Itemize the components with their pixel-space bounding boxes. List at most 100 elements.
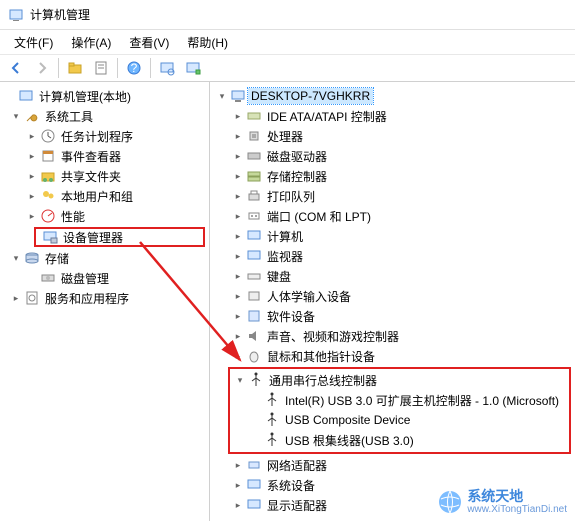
toolbar-separator — [150, 58, 151, 78]
left-tree[interactable]: ▶ 计算机管理(本地) ▾ 系统工具 ▸ 任务计划程序 ▸ 事件查看器 ▸ 共享… — [0, 82, 210, 521]
menu-view[interactable]: 查看(V) — [121, 32, 177, 53]
performance-icon — [40, 208, 56, 224]
tree-monitors[interactable]: ▸ 监视器 — [210, 246, 575, 266]
expander-icon[interactable]: ▸ — [230, 457, 246, 473]
tree-computers[interactable]: ▸计算机 — [210, 226, 575, 246]
tree-label: 监视器 — [264, 247, 306, 266]
expander-icon[interactable]: ▸ — [230, 328, 246, 344]
tree-usb-child[interactable]: USB Composite Device — [230, 410, 569, 430]
tree-label: 鼠标和其他指针设备 — [264, 347, 378, 366]
expander-icon[interactable]: ▸ — [230, 288, 246, 304]
tree-print-queue[interactable]: ▸打印队列 — [210, 186, 575, 206]
tree-device-manager[interactable]: 设备管理器 — [34, 227, 205, 247]
tree-shared-folders[interactable]: ▸ 共享文件夹 — [0, 166, 209, 186]
tree-hid[interactable]: ▸人体学输入设备 — [210, 286, 575, 306]
svg-text:?: ? — [131, 61, 138, 75]
app-icon — [8, 7, 24, 23]
expander-icon[interactable]: ▸ — [24, 208, 40, 224]
expander-icon[interactable]: ▸ — [24, 168, 40, 184]
tree-performance[interactable]: ▸ 性能 — [0, 206, 209, 226]
toolbar-separator — [58, 58, 59, 78]
expander-icon[interactable]: ▸ — [230, 477, 246, 493]
properties-button[interactable] — [89, 56, 113, 80]
tree-software-dev[interactable]: ▸ 软件设备 — [210, 306, 575, 326]
forward-button[interactable] — [30, 56, 54, 80]
usb-group-highlight: ▾通用串行总线控制器 Intel(R) USB 3.0 可扩展主机控制器 - 1… — [228, 367, 571, 454]
expander-icon[interactable]: ▸ — [230, 228, 246, 244]
tree-ide[interactable]: ▸IDE ATA/ATAPI 控制器 — [210, 106, 575, 126]
right-tree[interactable]: ▾ DESKTOP-7VGHKRR ▸IDE ATA/ATAPI 控制器 ▸ 处理… — [210, 82, 575, 521]
computer-icon — [230, 88, 246, 104]
tree-system-tools[interactable]: ▾ 系统工具 — [0, 106, 209, 126]
tree-services-apps[interactable]: ▸ 服务和应用程序 — [0, 288, 209, 308]
tree-local-users[interactable]: ▸ 本地用户和组 — [0, 186, 209, 206]
expander-icon[interactable]: ▸ — [230, 128, 246, 144]
mouse-icon — [246, 348, 262, 364]
scan-button[interactable] — [155, 56, 179, 80]
tree-label: 存储控制器 — [264, 167, 330, 186]
expander-icon[interactable]: ▸ — [230, 248, 246, 264]
tree-disk-drives[interactable]: ▸磁盘驱动器 — [210, 146, 575, 166]
expander-icon[interactable]: ▸ — [230, 168, 246, 184]
tree-label: DESKTOP-7VGHKRR — [248, 88, 373, 104]
tree-label: 软件设备 — [264, 307, 318, 326]
tree-label: Intel(R) USB 3.0 可扩展主机控制器 - 1.0 (Microso… — [282, 391, 562, 410]
disk-icon — [40, 270, 56, 286]
expander-icon[interactable]: ▾ — [214, 88, 230, 104]
expander-icon[interactable]: ▾ — [8, 108, 24, 124]
tree-keyboards[interactable]: ▸ 键盘 — [210, 266, 575, 286]
tree-label: 系统设备 — [264, 476, 318, 495]
tree-label: 系统工具 — [42, 107, 96, 126]
tree-storage[interactable]: ▾ 存储 — [0, 248, 209, 268]
toolbar: ? — [0, 54, 575, 82]
tree-net-adapters[interactable]: ▸ 网络适配器 — [210, 455, 575, 475]
storage-ctrl-icon — [246, 168, 262, 184]
tree-label: 网络适配器 — [264, 456, 330, 475]
tree-label: 处理器 — [264, 127, 306, 146]
expander-icon[interactable]: ▸ — [8, 290, 24, 306]
back-button[interactable] — [4, 56, 28, 80]
menu-action[interactable]: 操作(A) — [63, 32, 119, 53]
expander-icon[interactable]: ▸ — [230, 308, 246, 324]
expander-icon[interactable]: ▸ — [230, 108, 246, 124]
tree-usb-child[interactable]: Intel(R) USB 3.0 可扩展主机控制器 - 1.0 (Microso… — [230, 390, 569, 410]
tree-disk-mgmt[interactable]: ▸ 磁盘管理 — [0, 268, 209, 288]
usb-icon — [264, 392, 280, 408]
computer-mgmt-icon — [18, 88, 34, 104]
usb-icon — [248, 372, 264, 388]
tree-cpu[interactable]: ▸ 处理器 — [210, 126, 575, 146]
printer-icon — [246, 188, 262, 204]
help-button[interactable]: ? — [122, 56, 146, 80]
expander-icon[interactable]: ▸ — [230, 208, 246, 224]
tree-usb-controllers[interactable]: ▾通用串行总线控制器 — [230, 370, 569, 390]
storage-icon — [24, 250, 40, 266]
expander-icon[interactable]: ▸ — [230, 188, 246, 204]
up-button[interactable] — [63, 56, 87, 80]
tree-event-viewer[interactable]: ▸ 事件查看器 — [0, 146, 209, 166]
tree-usb-child[interactable]: USB 根集线器(USB 3.0) — [230, 430, 569, 450]
tree-ports[interactable]: ▸端口 (COM 和 LPT) — [210, 206, 575, 226]
usb-icon — [264, 432, 280, 448]
menu-help[interactable]: 帮助(H) — [179, 32, 236, 53]
expander-icon[interactable]: ▸ — [230, 148, 246, 164]
tree-sound[interactable]: ▸声音、视频和游戏控制器 — [210, 326, 575, 346]
menubar: 文件(F) 操作(A) 查看(V) 帮助(H) — [0, 30, 575, 54]
tree-storage-ctrl[interactable]: ▸ 存储控制器 — [210, 166, 575, 186]
tree-label: 键盘 — [264, 267, 294, 286]
expander-icon[interactable]: ▸ — [230, 348, 246, 364]
expander-icon[interactable]: ▸ — [230, 497, 246, 513]
expander-icon[interactable]: ▾ — [232, 372, 248, 388]
tree-computer-root[interactable]: ▾ DESKTOP-7VGHKRR — [210, 86, 575, 106]
tree-mouse[interactable]: ▸ 鼠标和其他指针设备 — [210, 346, 575, 366]
expander-icon[interactable]: ▾ — [8, 250, 24, 266]
titlebar: 计算机管理 — [0, 0, 575, 30]
tree-task-scheduler[interactable]: ▸ 任务计划程序 — [0, 126, 209, 146]
tree-label: 任务计划程序 — [58, 127, 136, 146]
tree-root[interactable]: ▶ 计算机管理(本地) — [0, 86, 209, 106]
expander-icon[interactable]: ▸ — [24, 128, 40, 144]
expander-icon[interactable]: ▸ — [230, 268, 246, 284]
expander-icon[interactable]: ▸ — [24, 148, 40, 164]
expander-icon[interactable]: ▸ — [24, 188, 40, 204]
extra-button[interactable] — [181, 56, 205, 80]
menu-file[interactable]: 文件(F) — [6, 32, 61, 53]
